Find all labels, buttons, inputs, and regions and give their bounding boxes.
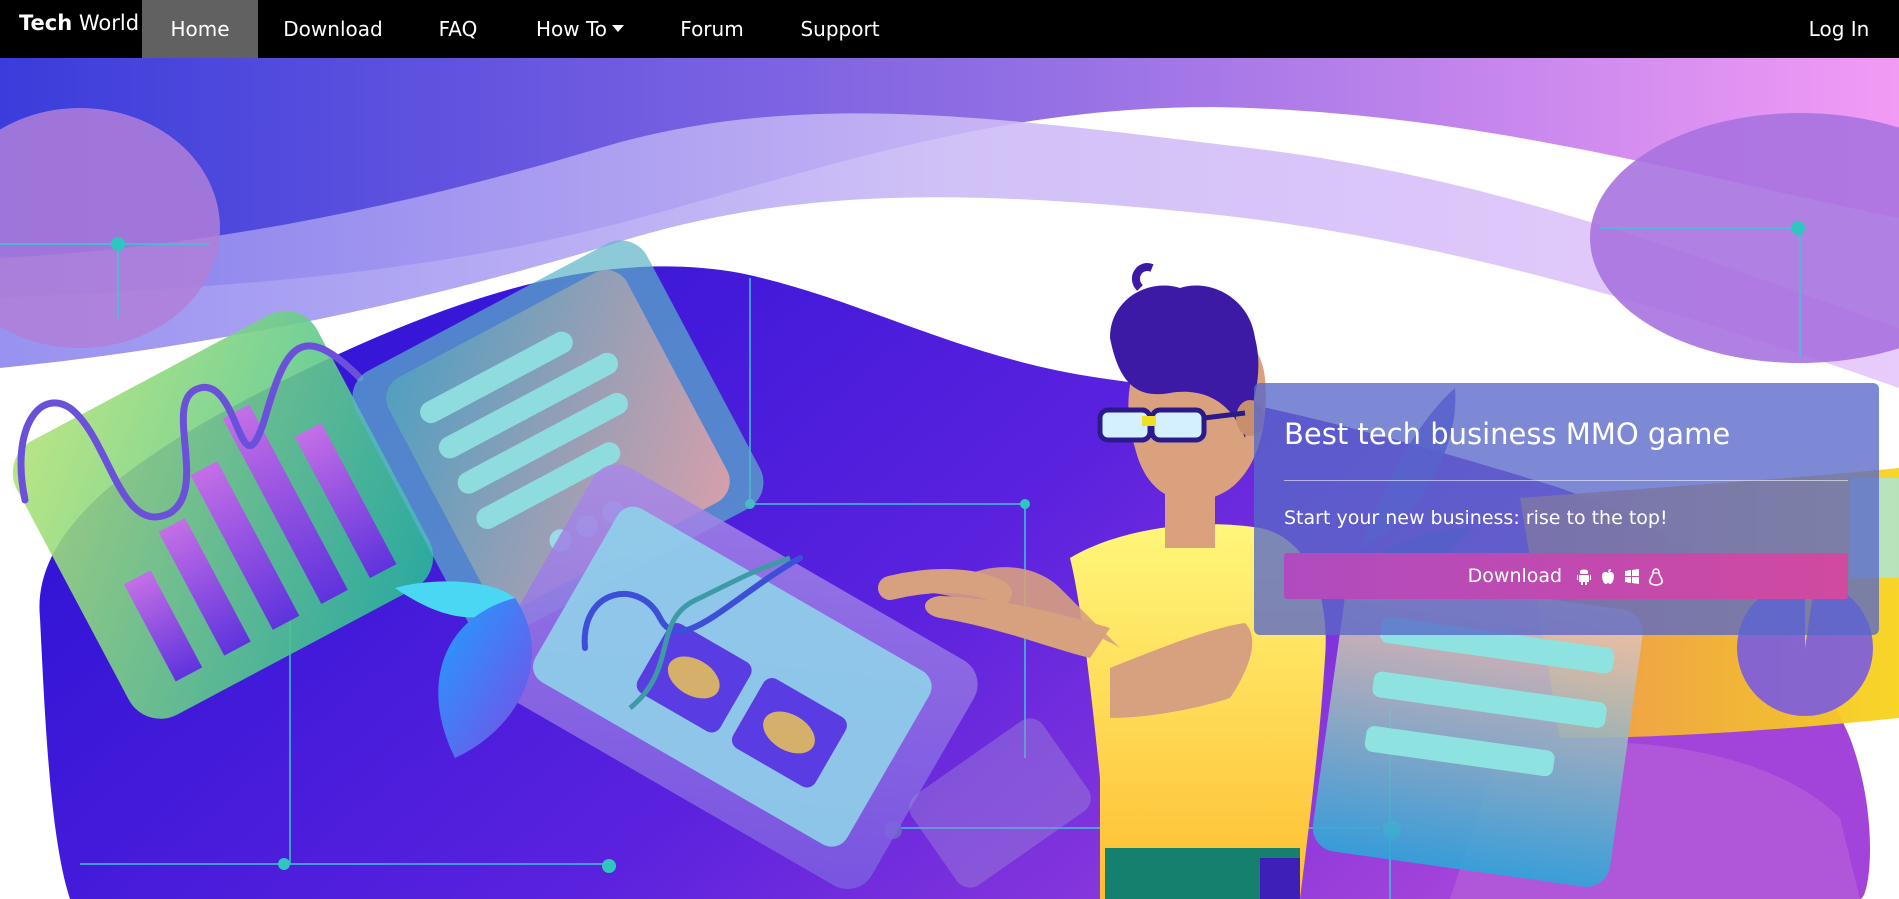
- brand-rest: World: [78, 11, 140, 35]
- brand-logo[interactable]: Tech World: [19, 0, 139, 48]
- divider: [1284, 480, 1848, 481]
- promo-subtitle: Start your new business: rise to the top…: [1284, 507, 1668, 529]
- linux-icon: [1649, 568, 1664, 586]
- nav-howto-label: How To: [535, 17, 608, 41]
- download-button[interactable]: Download: [1284, 553, 1848, 599]
- brand-bold: Tech: [19, 11, 73, 35]
- nav-login[interactable]: Log In: [1798, 0, 1880, 58]
- apple-icon: [1602, 569, 1615, 584]
- promo-card: Best tech business MMO game Start your n…: [1254, 383, 1879, 635]
- platform-icons: [1574, 554, 1664, 600]
- nav-faq[interactable]: FAQ: [420, 0, 496, 58]
- nav-forum[interactable]: Forum: [670, 0, 754, 58]
- android-icon: [1577, 569, 1592, 585]
- nav-download[interactable]: Download: [270, 0, 396, 58]
- nav-support[interactable]: Support: [786, 0, 894, 58]
- download-button-label: Download: [1467, 565, 1563, 587]
- promo-title: Best tech business MMO game: [1284, 417, 1731, 451]
- hero-section: Best tech business MMO game Start your n…: [0, 58, 1899, 899]
- nav-home[interactable]: Home: [142, 0, 258, 58]
- windows-icon: [1625, 569, 1640, 584]
- nav-howto[interactable]: How To: [520, 0, 640, 58]
- caret-down-icon: [612, 25, 625, 32]
- top-navbar: Tech World Home Download FAQ How To Foru…: [0, 0, 1899, 58]
